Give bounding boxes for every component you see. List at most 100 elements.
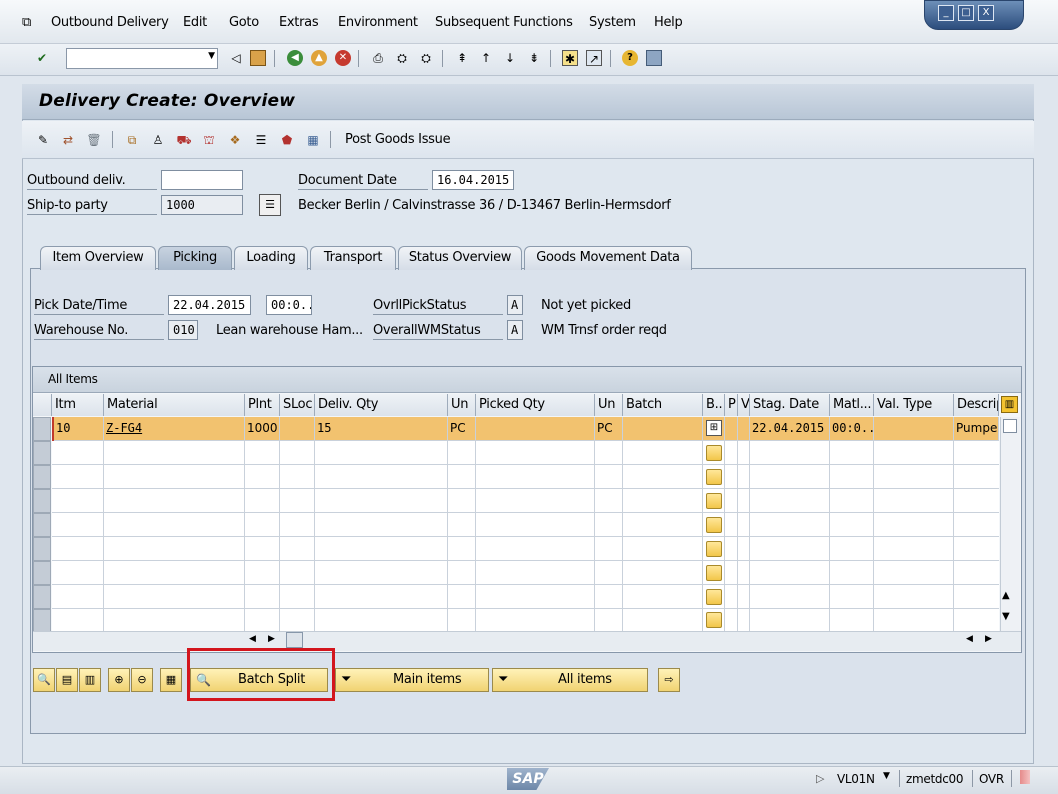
back-arrow-icon[interactable]: ◁: [228, 50, 244, 66]
next-page-icon[interactable]: ↓: [502, 50, 518, 66]
table-row[interactable]: [52, 609, 999, 633]
minimize-button[interactable]: _: [938, 5, 954, 21]
dates-icon[interactable]: ⛫: [201, 132, 217, 148]
details-icon[interactable]: ☰: [259, 194, 281, 216]
deselect-all-button[interactable]: ▥: [79, 668, 101, 692]
menu-subsequent-functions[interactable]: Subsequent Functions: [435, 15, 573, 30]
ovrl-pick-status-field[interactable]: A: [507, 295, 523, 315]
col-header-batch[interactable]: Batch: [623, 394, 703, 416]
status-expand-icon[interactable]: ▷: [816, 772, 824, 785]
outbound-deliv-field[interactable]: [161, 170, 243, 190]
ship-to-party-field[interactable]: 1000: [161, 195, 243, 215]
col-header-p[interactable]: P: [725, 394, 738, 416]
row-selector[interactable]: [33, 417, 51, 441]
close-button[interactable]: X: [978, 5, 994, 21]
command-field[interactable]: ▼: [66, 48, 218, 69]
document-date-field[interactable]: 16.04.2015: [432, 170, 514, 190]
col-header-stag-date[interactable]: Stag. Date: [750, 394, 830, 416]
col-header-deliv-qty[interactable]: Deliv. Qty: [315, 394, 448, 416]
cell-picked-qty[interactable]: [476, 417, 595, 441]
table-row[interactable]: [52, 513, 999, 537]
maximize-button[interactable]: □: [958, 5, 974, 21]
row-selector[interactable]: [33, 489, 51, 513]
table-row[interactable]: 10 Z-FG4 1000 15 PC PC 22.04.2015 00:0..…: [52, 417, 999, 441]
col-header-descrip[interactable]: Descrip: [954, 394, 999, 416]
materials-icon[interactable]: ❖: [227, 132, 243, 148]
col-header-material[interactable]: Material: [104, 394, 245, 416]
tab-status-overview[interactable]: Status Overview: [398, 246, 522, 270]
col-header-val-type[interactable]: Val. Type: [874, 394, 954, 416]
delete-icon[interactable]: 🗑: [86, 132, 102, 148]
cell-itm[interactable]: 10: [52, 417, 104, 441]
insert-mode[interactable]: OVR: [979, 772, 1004, 786]
cell-batch[interactable]: [623, 417, 703, 441]
row-selector[interactable]: [33, 513, 51, 537]
shipping-icon[interactable]: ⛟: [176, 132, 192, 148]
batch-checkbox[interactable]: [706, 565, 722, 581]
batch-checkbox[interactable]: [706, 517, 722, 533]
col-header-itm[interactable]: Itm: [52, 394, 104, 416]
menu-help[interactable]: Help: [654, 15, 683, 30]
menu-outbound-delivery[interactable]: Outbound Delivery: [51, 15, 169, 30]
cancel-icon[interactable]: ✕: [335, 50, 351, 66]
batch-icon[interactable]: ⬟: [279, 132, 295, 148]
col-header-v[interactable]: V: [738, 394, 750, 416]
batch-checkbox[interactable]: [706, 445, 722, 461]
previous-page-icon[interactable]: ↑: [478, 50, 494, 66]
horizontal-scrollbar[interactable]: [33, 631, 1021, 651]
col-header-plnt[interactable]: Plnt: [245, 394, 280, 416]
main-items-button[interactable]: ⏷ Main items: [335, 668, 489, 692]
scroll-down-icon[interactable]: ▼: [1002, 611, 1010, 622]
row-selector[interactable]: [33, 561, 51, 585]
table-row[interactable]: [52, 561, 999, 585]
col-header-b[interactable]: B..: [703, 394, 725, 416]
column-settings-icon[interactable]: ▥: [1001, 396, 1018, 413]
save-icon[interactable]: [250, 50, 266, 66]
row-selector[interactable]: [33, 585, 51, 609]
col-header-selector[interactable]: [33, 394, 52, 416]
scroll-thumb[interactable]: [286, 632, 303, 648]
tab-loading[interactable]: Loading: [234, 246, 308, 270]
cell-deliv-qty[interactable]: 15: [315, 417, 448, 441]
col-header-matl[interactable]: Matl...: [830, 394, 874, 416]
scroll-left-icon[interactable]: ◀: [249, 634, 256, 644]
new-session-icon[interactable]: ✱: [562, 50, 578, 66]
post-goods-issue-button[interactable]: Post Goods Issue: [345, 132, 451, 147]
first-page-icon[interactable]: ⇞: [454, 50, 470, 66]
texts-icon[interactable]: ☰: [253, 132, 269, 148]
scroll-up-icon[interactable]: ▲: [1002, 590, 1010, 601]
col-header-un2[interactable]: Un: [595, 394, 623, 416]
row-selector[interactable]: [33, 537, 51, 561]
layout-menu-icon[interactable]: [646, 50, 662, 66]
batch-checkbox[interactable]: [706, 469, 722, 485]
pick-date-field[interactable]: 22.04.2015: [168, 295, 251, 315]
table-row[interactable]: [52, 441, 999, 465]
table-row[interactable]: [52, 537, 999, 561]
cell-val-type[interactable]: [874, 417, 954, 441]
row-selector[interactable]: [33, 465, 51, 489]
batch-checkbox[interactable]: [706, 612, 722, 628]
expand-batch-icon[interactable]: ⊞: [706, 420, 722, 436]
change-icon[interactable]: ✎: [35, 132, 51, 148]
menu-edit[interactable]: Edit: [183, 15, 207, 30]
more-functions-button[interactable]: ▦: [160, 668, 182, 692]
row-selector[interactable]: [33, 441, 51, 465]
row-settings-checkbox[interactable]: [1003, 419, 1017, 433]
exit-icon[interactable]: ▲: [311, 50, 327, 66]
menu-extras[interactable]: Extras: [279, 15, 319, 30]
col-header-un[interactable]: Un: [448, 394, 476, 416]
table-row[interactable]: [52, 465, 999, 489]
select-all-button[interactable]: ▤: [56, 668, 78, 692]
next-screen-button[interactable]: ⇨: [658, 668, 680, 692]
cell-stag-date[interactable]: 22.04.2015: [750, 417, 830, 441]
transaction-dropdown-icon[interactable]: ▼: [883, 771, 890, 781]
delete-row-button[interactable]: ⊖: [131, 668, 153, 692]
dropdown-arrow-icon[interactable]: ▼: [208, 51, 215, 61]
display-change-icon[interactable]: ⇄: [60, 132, 76, 148]
header-icon[interactable]: ⧉: [124, 132, 140, 148]
menu-icon[interactable]: ⧉: [22, 15, 31, 30]
print-icon[interactable]: ⎙: [370, 50, 386, 66]
batch-checkbox[interactable]: [706, 493, 722, 509]
table-row[interactable]: [52, 489, 999, 513]
tab-transport[interactable]: Transport: [310, 246, 396, 270]
